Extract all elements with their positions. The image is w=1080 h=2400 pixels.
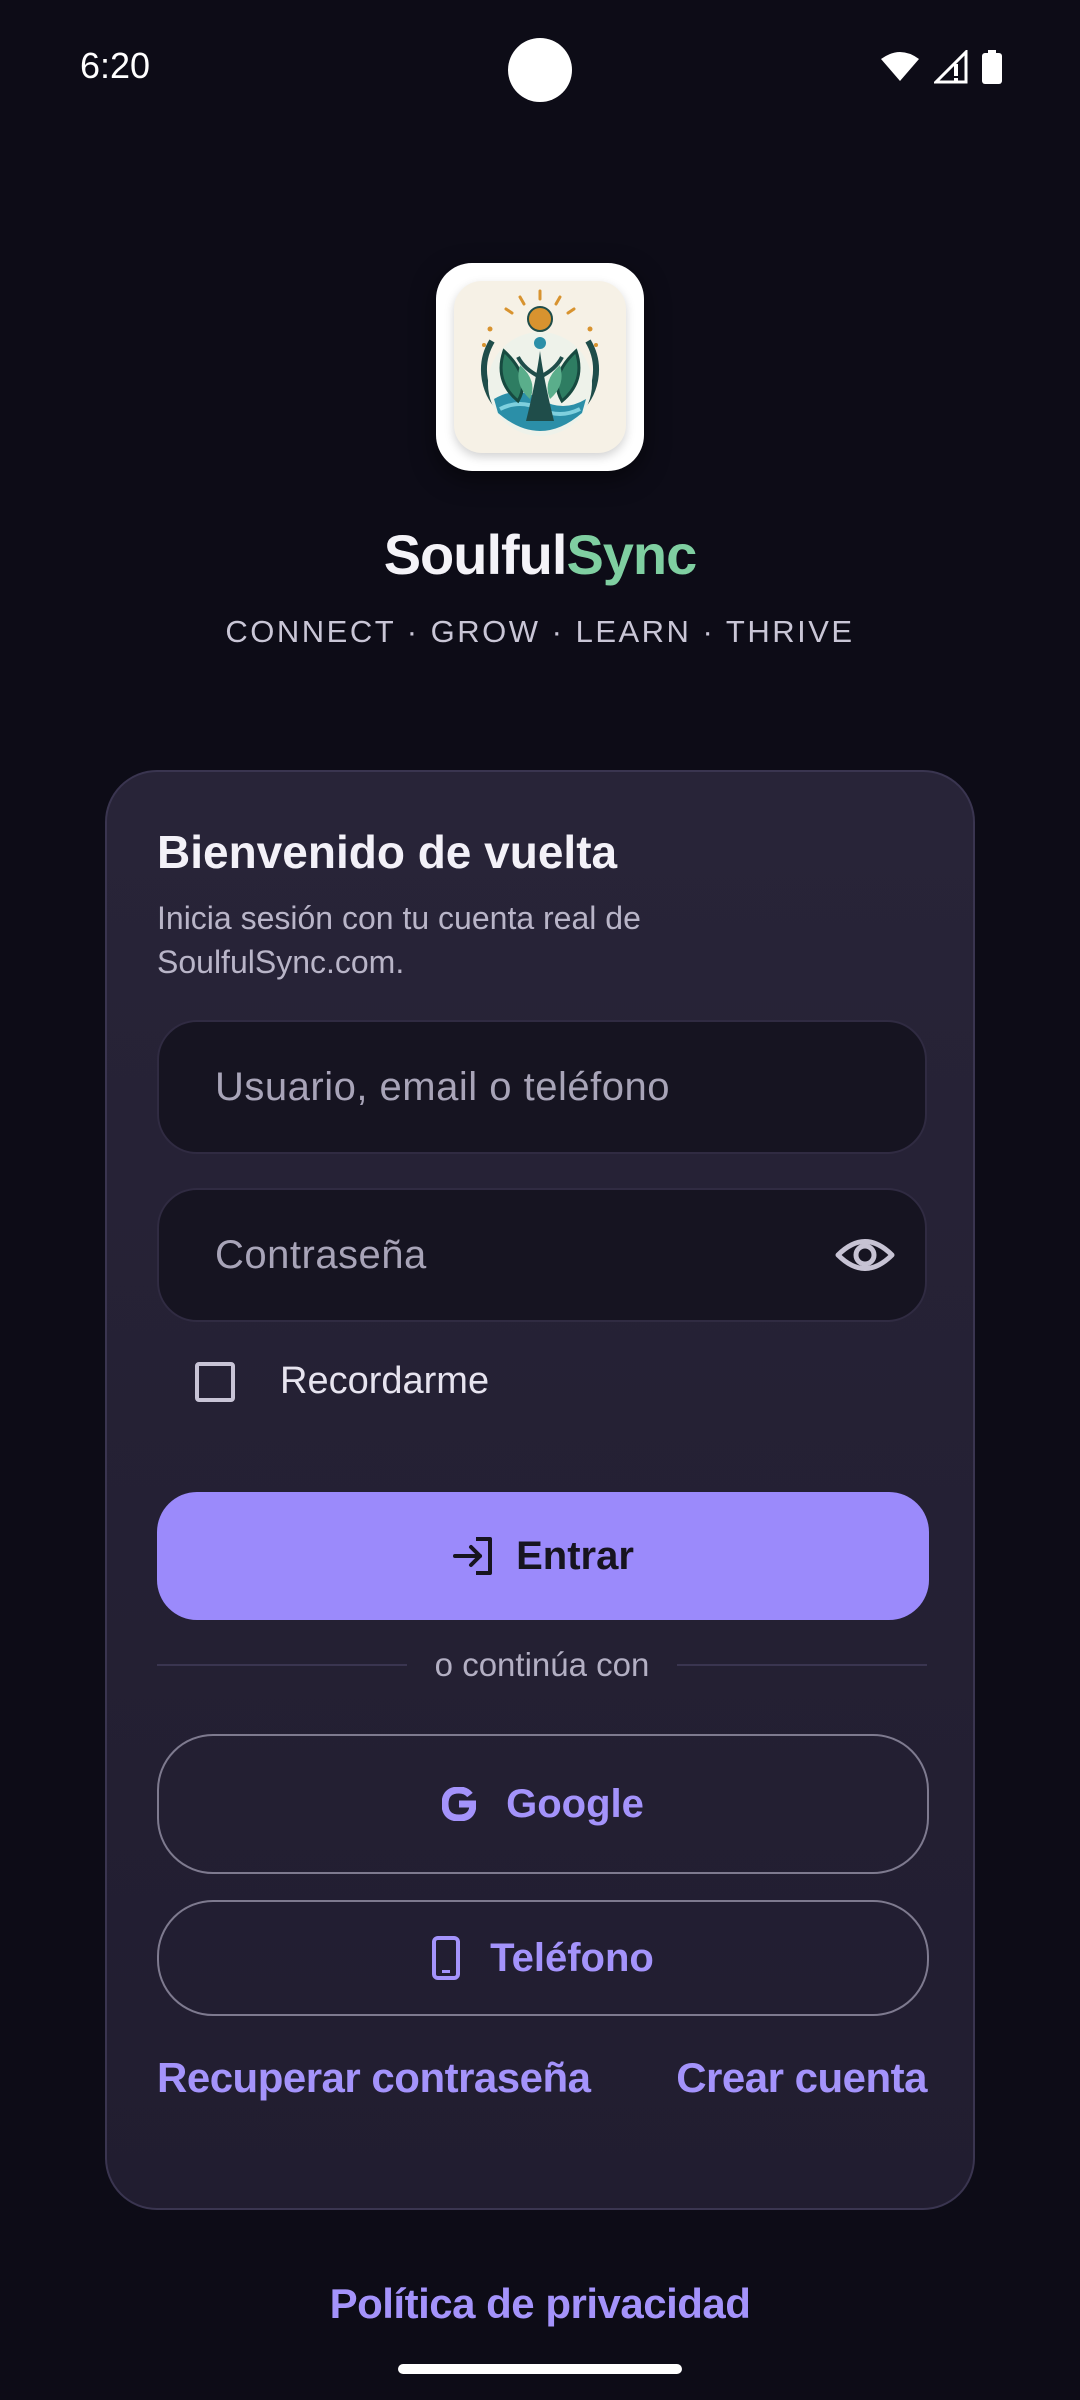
- battery-icon: [982, 50, 1002, 84]
- brand-name: SoulfulSync: [0, 520, 1080, 590]
- phone-login-button[interactable]: Teléfono: [157, 1900, 929, 2016]
- brand-name-part2: Sync: [566, 523, 697, 586]
- or-divider: o continúa con: [157, 1640, 928, 1690]
- account-links: Recuperar contraseña Crear cuenta: [157, 2054, 927, 2102]
- eye-icon[interactable]: [835, 1232, 895, 1278]
- login-card: Bienvenido de vuelta Inicia sesión con t…: [105, 770, 975, 2210]
- google-login-button[interactable]: Google: [157, 1734, 929, 1874]
- username-placeholder: Usuario, email o teléfono: [215, 1065, 670, 1109]
- divider-line-right: [677, 1664, 928, 1666]
- signal-icon: [934, 50, 968, 84]
- remember-me[interactable]: Recordarme: [195, 1360, 489, 1403]
- front-camera: [508, 38, 572, 102]
- privacy-policy-link[interactable]: Política de privacidad: [0, 2280, 1080, 2328]
- home-indicator[interactable]: [398, 2364, 682, 2374]
- create-account-link[interactable]: Crear cuenta: [676, 2054, 927, 2102]
- login-screen: 6:20 SoulfulSync CONNECT · GROW · LEARN …: [0, 0, 1080, 2400]
- password-placeholder: Contraseña: [215, 1233, 427, 1277]
- recover-password-link[interactable]: Recuperar contraseña: [157, 2054, 591, 2102]
- status-icons: [880, 50, 1002, 84]
- remember-label: Recordarme: [280, 1360, 490, 1402]
- google-button-label: Google: [506, 1781, 644, 1826]
- username-field[interactable]: Usuario, email o teléfono: [157, 1020, 927, 1154]
- app-logo: [436, 263, 644, 471]
- password-field[interactable]: Contraseña: [157, 1188, 927, 1322]
- brand-name-part1: Soulful: [383, 523, 568, 586]
- phone-button-label: Teléfono: [490, 1935, 654, 1980]
- login-arrow-icon: [453, 1537, 493, 1575]
- login-button[interactable]: Entrar: [157, 1492, 929, 1620]
- smartphone-icon: [432, 1936, 461, 1980]
- brand-tagline: CONNECT · GROW · LEARN · THRIVE: [225, 614, 855, 649]
- tree-of-life-icon: [481, 289, 599, 436]
- status-time: 6:20: [80, 45, 151, 86]
- card-subtitle: Inicia sesión con tu cuenta real de Soul…: [157, 900, 641, 980]
- card-title: Bienvenido de vuelta: [157, 826, 618, 878]
- wifi-icon: [881, 52, 919, 81]
- remember-checkbox[interactable]: [195, 1361, 235, 1402]
- google-g-icon: [442, 1787, 477, 1821]
- divider-text: o continúa con: [434, 1646, 650, 1683]
- logo-emblem: [454, 281, 626, 453]
- login-button-label: Entrar: [516, 1533, 634, 1578]
- divider-line-left: [157, 1664, 407, 1666]
